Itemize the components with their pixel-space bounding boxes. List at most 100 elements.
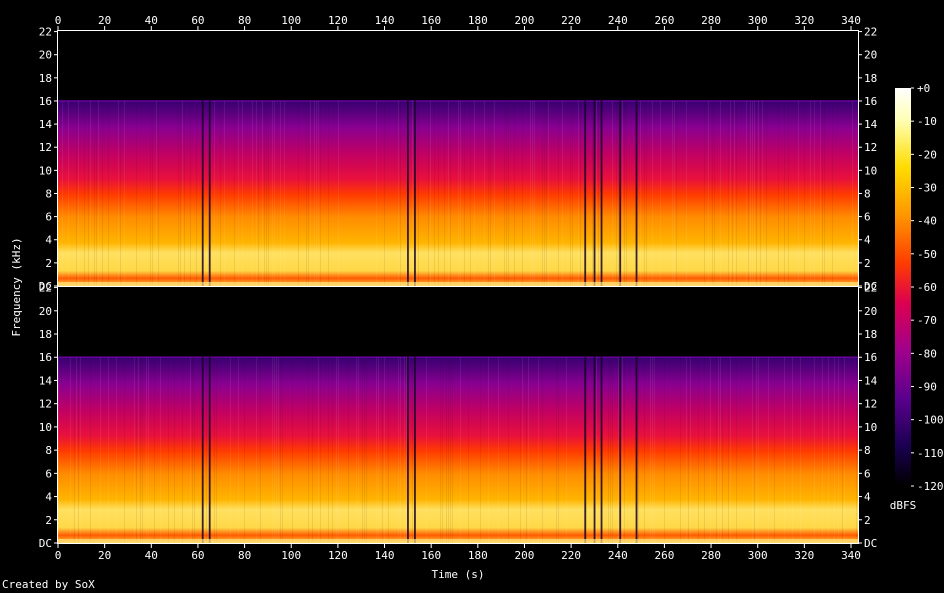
colorbar-tick-label: -110	[917, 447, 944, 460]
y-tick-label: 6	[864, 467, 871, 480]
y-tick-label: 20	[39, 49, 52, 62]
x-tick-label: 340	[841, 14, 861, 27]
x-tick-label: 120	[328, 549, 348, 562]
y-tick-label: 10	[864, 164, 877, 177]
x-tick-label: 340	[841, 549, 861, 562]
y-tick-label: 8	[45, 187, 52, 200]
y-tick-label: 4	[45, 491, 52, 504]
x-tick-label: 260	[654, 549, 674, 562]
colorbar-tick-label: -70	[917, 314, 937, 327]
x-tick-label: 240	[608, 14, 628, 27]
x-tick-label: 180	[468, 14, 488, 27]
dropout-line	[584, 98, 587, 286]
y-tick-label: 18	[39, 72, 52, 85]
y-tick-label: 4	[864, 491, 871, 504]
dropout-line	[593, 355, 596, 543]
x-tick-label: 180	[468, 549, 488, 562]
y-tick-label: 14	[39, 118, 53, 131]
y-tick-label: 12	[39, 141, 52, 154]
x-tick-label: 200	[515, 14, 535, 27]
y-tick-label: 14	[39, 374, 53, 387]
dropout-line	[619, 355, 622, 543]
spectrogram-panel-2	[58, 287, 858, 543]
y-tick-label: 10	[39, 421, 52, 434]
y-tick-label: 14	[864, 374, 878, 387]
y-tick-label: 10	[864, 421, 877, 434]
y-tick-label: 6	[864, 211, 871, 224]
x-tick-label: 20	[98, 549, 111, 562]
dropout-line	[208, 355, 211, 543]
x-axis-label: Time (s)	[432, 568, 485, 581]
y-tick-label: 8	[45, 444, 52, 457]
colorbar-unit-label: dBFS	[890, 499, 917, 512]
y-tick-label: 20	[864, 305, 877, 318]
y-tick-label: 14	[864, 118, 878, 131]
dropout-line	[201, 355, 204, 543]
dropout-line	[584, 355, 587, 543]
dc-band	[58, 539, 858, 543]
x-tick-label: 320	[794, 14, 814, 27]
y-tick-label: 16	[864, 351, 877, 364]
colorbar-tick-label: -20	[917, 148, 937, 161]
x-tick-label: 80	[238, 14, 251, 27]
dropout-line	[414, 355, 416, 543]
x-tick-label: 300	[748, 549, 768, 562]
x-tick-label: 160	[421, 549, 441, 562]
dropout-line	[635, 98, 638, 286]
colorbar-tick-label: -100	[917, 414, 944, 427]
y-tick-label: DC	[39, 537, 52, 550]
colorbar-tick-label: -40	[917, 215, 937, 228]
spectrogram-chart: DC DC2 24 46 68 810 1012 1214 1416 1618 1820 2022 22…	[10, 14, 944, 581]
y-tick-label: 12	[864, 141, 877, 154]
x-tick-label: 20	[98, 14, 111, 27]
colorbar-tick-label: -10	[917, 115, 937, 128]
dropout-line	[208, 98, 211, 286]
dropout-line	[407, 98, 409, 286]
x-tick-label: 240	[608, 549, 628, 562]
y-tick-label: 18	[864, 328, 877, 341]
y-tick-label: 18	[864, 72, 877, 85]
x-tick-label: 80	[238, 549, 251, 562]
dropout-line	[407, 355, 409, 543]
colorbar-tick-label: -80	[917, 347, 937, 360]
dc-band	[58, 282, 858, 286]
x-tick-label: 280	[701, 14, 721, 27]
colorbar-tick-label: +0	[917, 82, 930, 95]
y-tick-label: 22	[864, 26, 877, 39]
dropout-line	[600, 98, 603, 286]
x-tick-label: 100	[281, 14, 301, 27]
y-tick-label: 4	[864, 234, 871, 247]
y-tick-label: 8	[864, 187, 871, 200]
x-tick-label: 140	[375, 549, 395, 562]
x-tick-label: 100	[281, 549, 301, 562]
y-tick-label: 18	[39, 328, 52, 341]
y-tick-label: 6	[45, 467, 52, 480]
y-tick-label: 2	[45, 514, 52, 527]
x-tick-label: 260	[654, 14, 674, 27]
x-tick-label: 40	[145, 14, 158, 27]
x-tick-label: 0	[55, 14, 62, 27]
y-tick-label: 10	[39, 164, 52, 177]
y-tick-label: 16	[864, 95, 877, 108]
y-tick-label: 8	[864, 444, 871, 457]
y-tick-label: 2	[864, 257, 871, 270]
colorbar-gradient	[895, 88, 911, 486]
dropout-line	[414, 98, 416, 286]
colorbar-tick-label: -60	[917, 281, 937, 294]
colorbar-tick-label: -120	[917, 480, 944, 493]
x-tick-label: 140	[375, 14, 395, 27]
x-tick-label: 0	[55, 549, 62, 562]
x-tick-label: 60	[191, 14, 204, 27]
x-tick-label: 220	[561, 549, 581, 562]
y-tick-label: 22	[39, 26, 52, 39]
y-tick-label: 4	[45, 234, 52, 247]
y-tick-label: DC	[864, 537, 877, 550]
y-tick-label: 22	[39, 282, 52, 295]
dropout-line	[593, 98, 596, 286]
x-tick-label: 120	[328, 14, 348, 27]
y-tick-label: 16	[39, 95, 52, 108]
dropout-line	[619, 98, 622, 286]
y-tick-label: 2	[864, 514, 871, 527]
y-tick-label: 22	[864, 282, 877, 295]
dropout-line	[635, 355, 638, 543]
